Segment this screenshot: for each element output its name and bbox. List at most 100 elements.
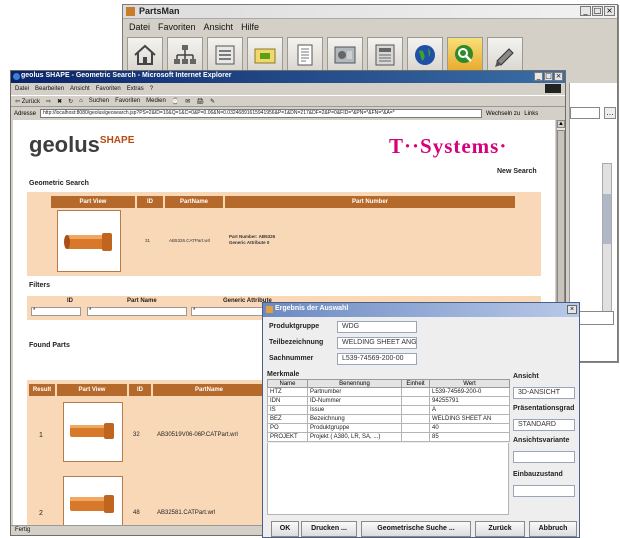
menu-bearbeiten[interactable]: Bearbeiten [35, 86, 64, 92]
history-button[interactable]: ⌚ [172, 98, 179, 105]
folder-button[interactable] [247, 37, 283, 73]
table-row[interactable]: BEZ Bezeichnung WELDING SHEET AN [267, 414, 510, 424]
favorites-button[interactable]: Favoriten [115, 98, 140, 104]
menu-extras[interactable]: Extras [127, 86, 144, 92]
cancel-button[interactable]: Abbruch [529, 521, 577, 537]
document-button[interactable] [287, 37, 323, 73]
go-button[interactable]: Wechseln zu [486, 111, 520, 117]
sachnummer-field[interactable]: L539-74569-200-00 [337, 353, 417, 365]
scrollbar-thumb[interactable] [557, 130, 565, 330]
result-1-thumbnail[interactable] [63, 402, 123, 462]
new-search-link[interactable]: New Search [497, 168, 537, 175]
mail-button[interactable]: ✉ [185, 98, 190, 105]
produktgruppe-field[interactable]: WDG [337, 321, 417, 333]
print-button[interactable]: 🖨 [196, 98, 204, 105]
home-button[interactable]: ⌂ [79, 98, 83, 104]
app-icon [126, 7, 135, 16]
partsman-inner-button[interactable]: … [604, 107, 616, 119]
menu-favoriten[interactable]: Favoriten [96, 86, 121, 92]
table-row[interactable]: IDN ID-Nummer 94255791 [267, 396, 510, 406]
close-button[interactable]: × [554, 72, 563, 81]
found-parts-title: Found Parts [29, 342, 70, 349]
teilbezeichnung-field[interactable]: WELDING SHEET ANG [337, 337, 417, 349]
menu-ansicht[interactable]: Ansicht [204, 22, 234, 32]
maximize-button[interactable]: □ [592, 6, 603, 16]
cell-wert: 85 [429, 432, 510, 442]
dialog-titlebar[interactable]: Ergebnis der Auswahl × [263, 303, 579, 317]
menu-datei[interactable]: Datei [129, 22, 150, 32]
menu-help[interactable]: ? [150, 86, 153, 92]
einbauzustand-label: Einbauzustand [513, 471, 563, 478]
partsman-scrollbar[interactable] [602, 163, 612, 313]
col-einheit[interactable]: Einheit [401, 379, 430, 388]
browser-toolbar: ⇦ Zurück ⇨ ✖ ↻ ⌂ Suchen Favoriten Medien… [11, 95, 565, 107]
cell-einheit [401, 396, 430, 406]
minimize-button[interactable]: _ [534, 72, 543, 81]
partsman-inner-field[interactable] [570, 107, 600, 119]
result-2-partname[interactable]: AB32581.CATPart.wrl [157, 510, 215, 516]
maximize-button[interactable]: □ [544, 72, 553, 81]
edit-button[interactable]: ✎ [210, 98, 215, 105]
table-row[interactable]: PO Produktgruppe 40 [267, 423, 510, 433]
partsman-title: PartsMan [139, 6, 180, 16]
back-button[interactable]: ⇦ Zurück [15, 98, 40, 105]
globe-button[interactable] [407, 37, 443, 73]
einbauzustand-field[interactable] [513, 485, 575, 497]
ok-button[interactable]: OK [271, 521, 299, 537]
menu-ansicht[interactable]: Ansicht [70, 86, 90, 92]
stop-button[interactable]: ✖ [57, 98, 62, 105]
refresh-button[interactable]: ↻ [68, 98, 73, 105]
media-button[interactable]: Medien [146, 98, 166, 104]
ie-icon [13, 73, 20, 80]
table-row[interactable]: HTZ Partnumber L539-74569-200-0 [267, 387, 510, 397]
col-benennung[interactable]: Benennung [307, 379, 402, 388]
search-button[interactable] [447, 37, 483, 73]
home-button[interactable] [127, 37, 163, 73]
geometric-search-button[interactable]: Geometrische Suche ... [361, 521, 471, 537]
menu-hilfe[interactable]: Hilfe [241, 22, 259, 32]
filter-id-input[interactable]: * [31, 307, 81, 316]
ansicht-field[interactable]: 3D-ANSICHT [513, 387, 575, 399]
close-button[interactable]: × [567, 305, 577, 314]
scroll-up-button[interactable]: ▲ [557, 120, 565, 128]
browser-titlebar[interactable]: geolus SHAPE - Geometric Search - Micros… [11, 71, 565, 83]
dialog-icon [266, 306, 273, 313]
structure-button[interactable] [167, 37, 203, 73]
partsman-titlebar[interactable]: PartsMan _ □ × [123, 5, 617, 19]
back-button[interactable]: Zurück [475, 521, 525, 537]
menu-favoriten[interactable]: Favoriten [158, 22, 196, 32]
result-2-thumbnail[interactable] [63, 476, 123, 526]
cell-benennung: Issue [307, 405, 402, 415]
minimize-button[interactable]: _ [580, 6, 591, 16]
form-button[interactable] [367, 37, 403, 73]
pencil-button[interactable] [487, 37, 523, 73]
result-1-id: 32 [133, 432, 140, 438]
search-icon [455, 45, 473, 63]
col-name[interactable]: Name [267, 379, 308, 388]
menu-datei[interactable]: Datei [15, 86, 29, 92]
praesentationsgrad-field[interactable]: STANDARD [513, 419, 575, 431]
print-button[interactable]: Drucken ... [301, 521, 357, 537]
forward-button[interactable]: ⇨ [46, 98, 51, 105]
table-row[interactable]: IS Issue A [267, 405, 510, 415]
status-text: Fertig [15, 527, 31, 533]
col-wert[interactable]: Wert [429, 379, 510, 388]
merkmale-table-empty-area [267, 443, 509, 515]
filter-partname-input[interactable]: * [87, 307, 187, 316]
browser-menubar: Datei Bearbeiten Ansicht Favoriten Extra… [11, 84, 565, 94]
teilbezeichnung-label: Teilbezeichnung [269, 339, 324, 346]
search-button[interactable]: Suchen [89, 98, 109, 104]
ansichtsvariante-label: Ansichtsvariante [513, 437, 570, 444]
query-part-thumbnail[interactable] [57, 210, 121, 272]
parts-button[interactable] [327, 37, 363, 73]
table-row[interactable]: PROJEKT Projekt ( A380, LR, SA, ...) 85 [267, 432, 510, 442]
links-button[interactable]: Links [524, 111, 538, 117]
praesentationsgrad-label: Präsentationsgrad [513, 405, 575, 412]
close-button[interactable]: × [604, 6, 615, 16]
list-button[interactable] [207, 37, 243, 73]
filters-title: Filters [29, 282, 51, 289]
address-input[interactable]: http://localhost:8080/geolus/geosearch.j… [40, 109, 483, 118]
result-1-partname[interactable]: AB30519V06-06P.CATPart.wrl [157, 432, 238, 438]
ansichtsvariante-field[interactable] [513, 451, 575, 463]
scrollbar-thumb[interactable] [603, 194, 611, 244]
